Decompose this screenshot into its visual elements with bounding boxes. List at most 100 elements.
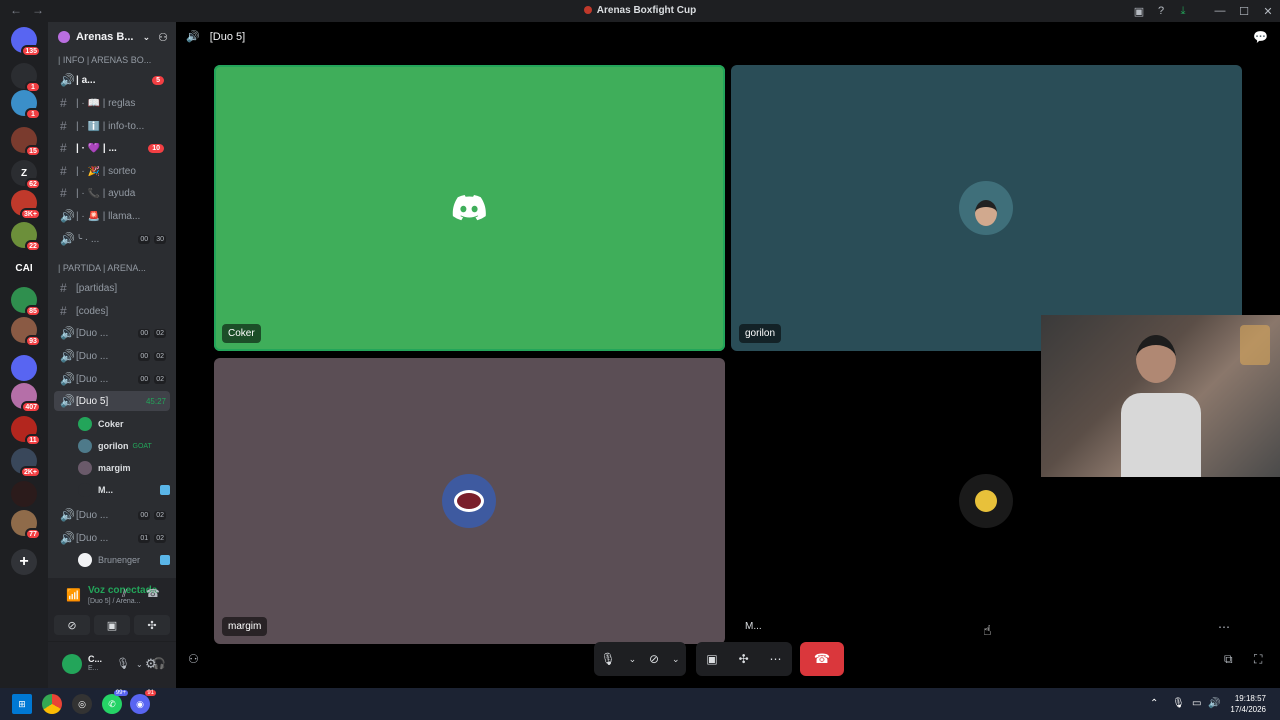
channel-item[interactable]: 🔊 | a... 5: [54, 70, 170, 90]
noise-suppression-icon[interactable]: ⫽: [122, 588, 127, 601]
channel-item[interactable]: 🔊 [Duo ... 00 02: [54, 505, 170, 525]
voice-member[interactable]: gorilon GOAT: [78, 436, 170, 456]
server-icon[interactable]: 135: [11, 27, 41, 57]
volume-icon[interactable]: 🔊: [1208, 698, 1220, 709]
invite-to-call-icon[interactable]: ⚇: [188, 652, 199, 666]
microphone-icon[interactable]: 🎙: [600, 652, 615, 666]
voice-member[interactable]: Coker: [78, 414, 170, 434]
server-icon[interactable]: [11, 481, 37, 507]
server-icon[interactable]: 3K+: [11, 190, 41, 220]
server-badge: 11: [25, 434, 41, 446]
mention-badge: 10: [148, 143, 164, 153]
activities-icon[interactable]: ✣: [739, 652, 749, 666]
system-clock[interactable]: 19:18:57 17/4/2026: [1230, 693, 1266, 715]
category-header[interactable]: | PARTIDA | ARENA...: [58, 263, 146, 273]
add-member-icon[interactable]: ⚇: [158, 31, 168, 44]
channel-label: [Duo 5]: [76, 395, 109, 407]
microphone-icon[interactable]: 🎙: [116, 657, 130, 670]
voice-member[interactable]: Brunenger: [78, 550, 170, 570]
call-header: 🔊 [Duo 5]: [186, 30, 245, 44]
channel-item[interactable]: 🔊 | · 🚨 | llama...: [54, 206, 170, 226]
windows-start-icon[interactable]: ⊞: [12, 694, 32, 714]
server-icon[interactable]: 93: [11, 317, 41, 347]
channel-item[interactable]: # | · 📖 | reglas: [54, 93, 170, 113]
taskbar: ⊞ ◎ ✆ 99+ ◉ 91 ⌃ 🎙 ▭ 🔊 19:18:57 17/4/2026: [0, 688, 1280, 720]
server-icon[interactable]: 1: [11, 90, 41, 120]
camera-off-icon[interactable]: ⊘: [649, 652, 659, 666]
server-icon[interactable]: 15: [11, 127, 41, 157]
disconnect-icon[interactable]: ☎: [146, 587, 160, 600]
activities-button[interactable]: ✣: [134, 615, 170, 635]
signal-icon[interactable]: 📶: [66, 588, 81, 602]
channel-item[interactable]: 🔊 ╰ · ... 00 30: [54, 229, 170, 249]
download-icon[interactable]: ⤓: [1172, 0, 1194, 22]
discord-taskbar-icon[interactable]: ◉ 91: [130, 690, 156, 714]
user-avatar[interactable]: [62, 654, 82, 674]
server-icon: [58, 31, 70, 43]
participant-tile-coker[interactable]: Coker: [214, 65, 725, 351]
minimize-icon[interactable]: —: [1208, 0, 1232, 22]
call-timer: 45:27: [145, 396, 166, 406]
mic-chevron-icon[interactable]: ⌄: [136, 660, 143, 669]
member-name: gorilon: [98, 441, 129, 451]
camera-options-chevron-icon[interactable]: ⌄: [672, 654, 680, 665]
channel-item[interactable]: 🔊 [Duo ... 00 02: [54, 369, 170, 389]
participant-tile-margim[interactable]: margim: [214, 358, 725, 644]
voice-status-subtitle[interactable]: [Duo 5] / Arena...: [88, 598, 141, 605]
fullscreen-icon[interactable]: ⛶: [1254, 652, 1262, 667]
settings-gear-icon[interactable]: ⚙: [145, 656, 157, 672]
app-icon-generic[interactable]: ◎: [72, 694, 92, 714]
more-options-icon[interactable]: ⋯: [1218, 620, 1230, 634]
category-header[interactable]: | INFO | ARENAS BO...: [58, 55, 151, 65]
network-icon[interactable]: ▭: [1192, 698, 1201, 709]
member-avatar: [78, 417, 92, 431]
participant-tile-gorilon[interactable]: gorilon: [731, 65, 1242, 351]
channel-label: [Duo ...: [76, 327, 109, 339]
server-icon[interactable]: 85: [11, 287, 41, 317]
server-icon[interactable]: 11: [11, 416, 41, 446]
channel-item[interactable]: 🔊 [Duo 5] 45:27: [54, 391, 170, 411]
close-icon[interactable]: ✕: [1256, 0, 1280, 22]
server-icon[interactable]: 407: [11, 383, 41, 413]
mic-options-chevron-icon[interactable]: ⌄: [629, 654, 637, 665]
whatsapp-icon[interactable]: ✆ 99+: [102, 690, 128, 714]
chrome-icon[interactable]: [42, 694, 62, 714]
channel-item[interactable]: # | · ℹ️ | info-to...: [54, 116, 170, 136]
server-icon[interactable]: 2K+: [11, 448, 41, 478]
server-list: 135 1 1 15 Z 62 3K+ 22 CAI 85 93 407 11 2K+ 77 +: [0, 22, 48, 688]
chat-bubble-icon[interactable]: 💬: [1253, 30, 1268, 44]
server-icon[interactable]: [11, 355, 37, 381]
server-header[interactable]: Arenas B... ⌄ ⚇: [48, 22, 176, 52]
server-icon[interactable]: 22: [11, 222, 41, 252]
voice-member[interactable]: margim: [78, 458, 170, 478]
member-name: margim: [98, 463, 131, 473]
channel-label: [partidas]: [76, 282, 118, 294]
tray-expand-icon[interactable]: ⌃: [1150, 698, 1158, 709]
voice-member[interactable]: M...: [78, 480, 170, 500]
maximize-icon[interactable]: ☐: [1232, 0, 1256, 22]
channel-item[interactable]: 🔊 [Duo ... 01 02: [54, 528, 170, 548]
channel-item[interactable]: # [codes]: [54, 301, 170, 321]
server-icon[interactable]: CAI: [11, 255, 37, 281]
disconnect-button[interactable]: ☎: [800, 642, 844, 676]
popout-icon[interactable]: ⧉: [1224, 652, 1233, 667]
more-icon[interactable]: ⋯: [770, 652, 782, 666]
screen-share-button[interactable]: ▣: [94, 615, 130, 635]
channel-label: | · 🎉 | sorteo: [76, 165, 136, 177]
channel-item[interactable]: 🔊 [Duo ... 00 02: [54, 323, 170, 343]
channel-item[interactable]: # | · 📞 | ayuda: [54, 183, 170, 203]
tray-mic-icon[interactable]: 🎙: [1172, 698, 1185, 709]
inbox-icon[interactable]: ▣: [1128, 0, 1150, 22]
camera-off-button[interactable]: ⊘: [54, 615, 90, 635]
server-icon[interactable]: 1: [11, 63, 41, 93]
channel-item[interactable]: 🔊 [Duo ... 00 02: [54, 346, 170, 366]
channel-item[interactable]: # | · 💜 | ... 10: [54, 138, 170, 158]
channel-item[interactable]: # | · 🎉 | sorteo: [54, 161, 170, 181]
screen-share-icon[interactable]: ▣: [706, 652, 717, 666]
server-icon[interactable]: Z 62: [11, 160, 41, 190]
server-icon[interactable]: 77: [11, 510, 41, 540]
streaming-icon: [160, 485, 170, 495]
help-icon[interactable]: ?: [1150, 0, 1172, 22]
add-server-icon[interactable]: +: [11, 549, 37, 575]
channel-item[interactable]: # [partidas]: [54, 278, 170, 298]
